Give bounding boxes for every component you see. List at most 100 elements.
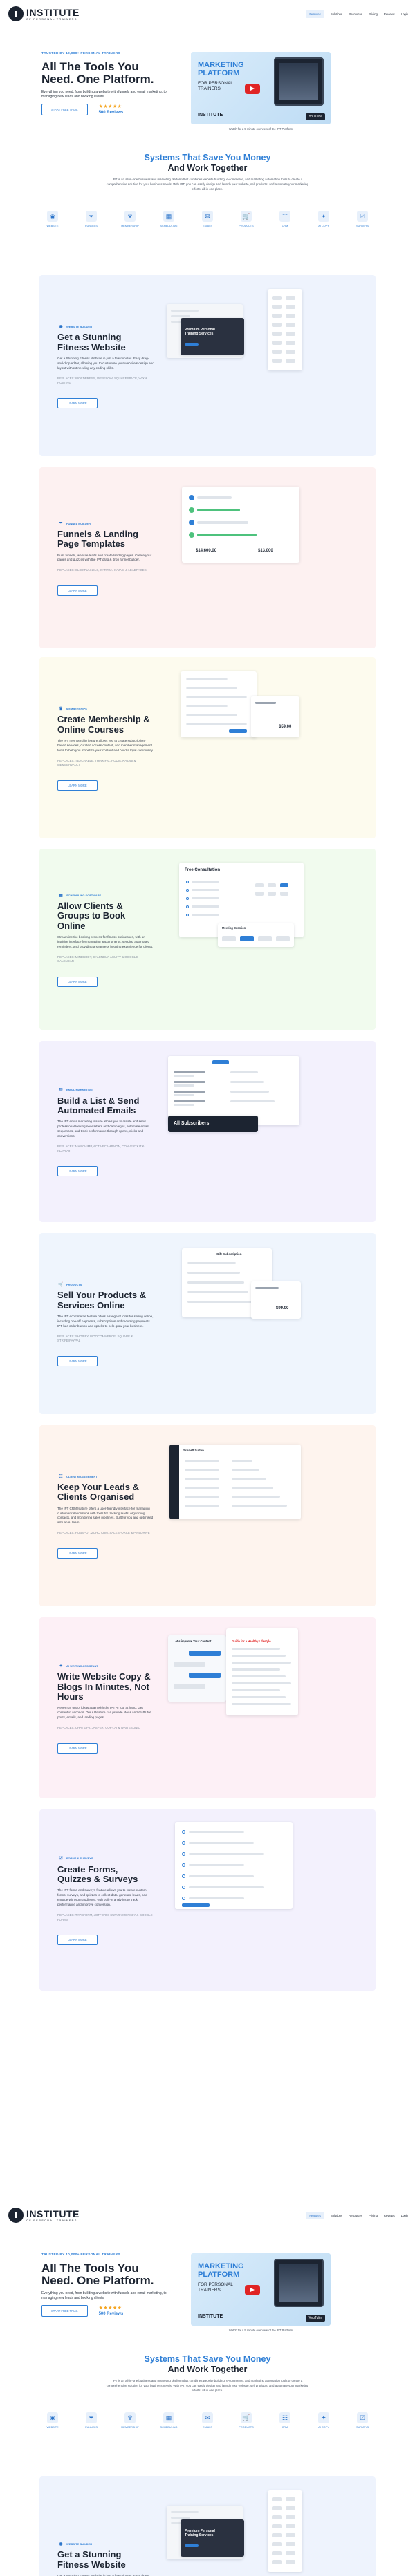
nav-resources[interactable]: Resources [349,12,362,16]
feature-kicker: ◉ WEBSITE BUILDER [57,2540,154,2547]
feature-7: ✦ AI WRITING ASSISTANT Write Website Cop… [39,1617,376,1798]
tool-funnels[interactable]: ⏷ FUNNELS [78,2412,104,2429]
feature-title: Funnels & Landing Page Templates [57,529,138,549]
overview-video[interactable]: MARKETING PLATFORM FOR PERSONAL TRAINERS I… [191,52,331,124]
crm-icon: ☷ [279,211,290,223]
tool-website[interactable]: ◉ WEBSITE [39,211,66,227]
learn-more-button[interactable]: LEARN MORE [57,397,98,408]
tool-crm[interactable]: ☷ CRM [272,211,298,227]
funnel-mockup: $14,600.00 $13,000 [182,487,299,563]
feature-kicker: ⏷ FUNNEL BUILDER [57,520,154,527]
reviews-count[interactable]: 500 Reviews [99,111,124,115]
start-trial-button[interactable]: START FREE TRIAL [42,104,88,116]
video-title: MARKETING PLATFORM [198,61,244,77]
learn-more-button[interactable]: LEARN MORE [57,1742,98,1754]
tool-label: CRM [282,2426,288,2429]
nav-login[interactable]: Login [401,12,408,16]
nav-solutions[interactable]: Solutions [331,12,342,16]
tool-website[interactable]: ◉ WEBSITE [39,2412,66,2429]
tool-membership[interactable]: ♛ MEMBERSHIP [117,2412,143,2429]
learn-more-button[interactable]: LEARN MORE [57,976,98,987]
hero-desc: Everything you need, from building a web… [42,89,167,99]
tool-crm[interactable]: ☷ CRM [272,2412,298,2429]
nav-features[interactable]: Features [306,2211,324,2219]
tool-ai-copy[interactable]: ✦ AI COPY [311,2412,337,2429]
tool-emails[interactable]: ✉ EMAILS [194,2412,221,2429]
trusted-badge: TRUSTED BY 10,000+ PERSONAL TRAINERS [42,2253,120,2257]
video-logo: INSTITUTE [198,113,223,117]
duration-picker: Meeting Duration [218,923,294,947]
phone-mockup [274,2259,324,2307]
overview-video[interactable]: MARKETING PLATFORM FOR PERSONAL TRAINERS I… [191,2253,331,2326]
survey-icon: ☑ [357,211,368,223]
phone-mockup [274,57,324,106]
form-mockup [175,1822,293,1909]
nav-pricing[interactable]: Pricing [369,2214,378,2217]
tool-surveys[interactable]: ☑ SURVEYS [349,2412,376,2429]
feature-replaces: REPLACES: TYPEFORM, JOTFORM, SURVEYMONKE… [57,1912,153,1921]
play-icon[interactable] [245,84,260,94]
logo-main: INSTITUTE [26,2208,80,2219]
feature-visual: Premium Personal Training Services [154,2476,358,2576]
tool-emails[interactable]: ✉ EMAILS [194,211,221,227]
nav-pricing[interactable]: Pricing [369,12,378,16]
logo[interactable]: I INSTITUTE OF PERSONAL TRAINERS [8,6,80,21]
tool-scheduling[interactable]: ▦ SCHEDULING [156,2412,182,2429]
ai-icon: ✦ [59,1664,63,1668]
feature-2: ♛ MEMBERSHIPS Create Membership & Online… [39,657,376,838]
tools-icon-row: ◉ WEBSITE ⏷ FUNNELS ♛ MEMBERSHIP ▦ SCHED… [0,2412,415,2429]
reviews-count[interactable]: 500 Reviews [99,2312,124,2316]
feature-kicker: ☑ FORMS & SURVEYS [57,1855,154,1862]
video-caption: Watch for a 5 minute overview of the IPT… [228,2329,293,2332]
learn-more-button[interactable]: LEARN MORE [57,1355,98,1366]
play-icon[interactable] [245,2285,260,2295]
nav-resources[interactable]: Resources [349,2214,362,2217]
nav-reviews[interactable]: Reviews [384,12,395,16]
crm-icon: ☷ [279,2412,290,2424]
learn-more-button[interactable]: LEARN MORE [57,585,98,596]
funnel-icon: ⏷ [86,2412,97,2424]
nav-reviews[interactable]: Reviews [384,2214,395,2217]
website-preview: Premium Personal Training Services [181,2519,244,2557]
nav-features[interactable]: Features [306,10,324,18]
cart-icon: 🛒 [241,2412,252,2424]
tool-surveys[interactable]: ☑ SURVEYS [349,211,376,227]
feature-replaces: REPLACES: MINDBODY, CALENDLY, ACUITY & G… [57,955,138,963]
tool-ai-copy[interactable]: ✦ AI COPY [311,211,337,227]
youtube-icon: YouTube [306,113,325,120]
learn-more-button[interactable]: LEARN MORE [57,780,98,791]
tool-label: WEBSITE [46,2426,59,2429]
learn-more-button[interactable]: LEARN MORE [57,1166,98,1177]
tool-funnels[interactable]: ⏷ FUNNELS [78,211,104,227]
rating: ★★★★★ 500 Reviews [99,2306,124,2316]
hero-desc: Everything you need, from building a web… [42,2291,167,2300]
logo-main: INSTITUTE [26,6,80,18]
stars-icon: ★★★★★ [98,2306,122,2311]
start-trial-button[interactable]: START FREE TRIAL [42,2305,88,2318]
learn-more-button[interactable]: LEARN MORE [57,1548,98,1559]
nav-solutions[interactable]: Solutions [331,2214,342,2217]
feature-visual: Scarlett Sutton [154,1425,358,1606]
tool-scheduling[interactable]: ▦ SCHEDULING [156,211,182,227]
feature-desc: Get a Stunning Fitness Website in just a… [57,356,154,370]
tool-label: SURVEYS [356,2426,369,2429]
subscribers-banner: All Subscribers [168,1116,258,1132]
calendar-icon: ▦ [163,211,174,223]
website-preview: Premium Personal Training Services [181,318,244,355]
tool-membership[interactable]: ♛ MEMBERSHIP [117,211,143,227]
feature-kicker: ✉ EMAIL MARKETING [57,1087,154,1093]
course-mockup [181,671,257,737]
feature-visual: Gift Subscription $99.00 [154,1233,358,1414]
nav-login[interactable]: Login [401,2214,408,2217]
feature-kicker: 🛒 PRODUCTS [57,1281,154,1288]
tool-label: SURVEYS [356,225,369,228]
feature-visual: $59.00 [154,657,358,838]
learn-more-button[interactable]: LEARN MORE [57,1935,98,1946]
feature-visual: $14,600.00 $13,000 [154,467,358,648]
tool-products[interactable]: 🛒 PRODUCTS [233,211,259,227]
video-title: MARKETING PLATFORM [198,2262,244,2279]
logo[interactable]: I INSTITUTE OF PERSONAL TRAINERS [8,2208,80,2223]
tool-label: AI COPY [318,2426,329,2429]
tool-products[interactable]: 🛒 PRODUCTS [233,2412,259,2429]
feature-replaces: REPLACES: SHOPIFY, WOOCOMMERCE, SQUARE &… [57,1334,133,1343]
